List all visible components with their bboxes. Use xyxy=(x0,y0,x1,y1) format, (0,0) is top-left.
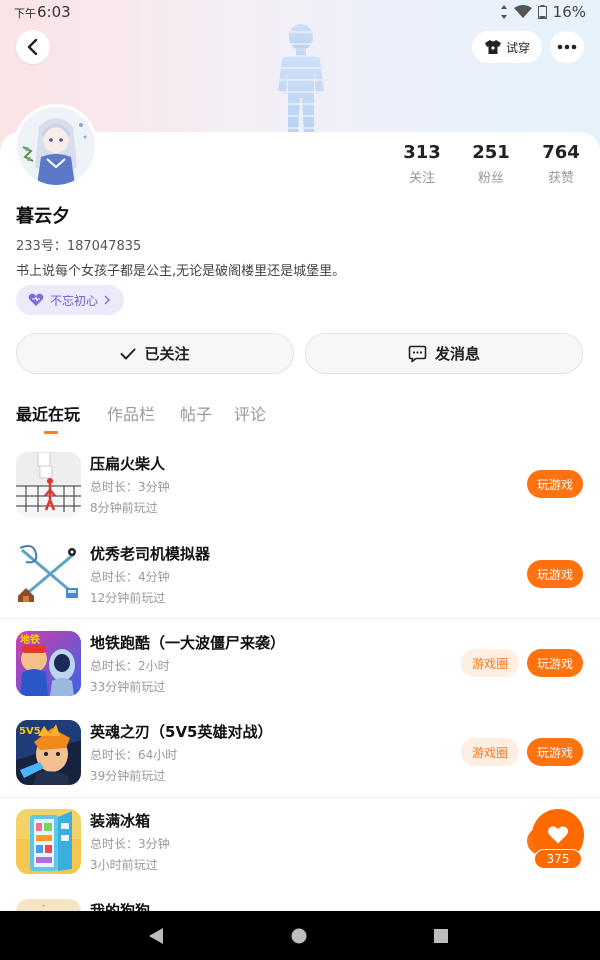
game-circle-button[interactable]: 游戏圈 xyxy=(461,649,519,677)
likes-count: 764 xyxy=(542,142,580,163)
followers-count: 251 xyxy=(472,142,510,163)
game-duration: 总时长：64小时 xyxy=(90,748,178,762)
svg-text:5V5: 5V5 xyxy=(19,726,41,737)
more-dots-icon xyxy=(557,44,577,50)
stat-likes[interactable]: 764 获赞 xyxy=(526,142,596,186)
game-icon xyxy=(16,542,81,607)
chevron-right-icon xyxy=(104,295,110,305)
check-icon xyxy=(120,348,136,359)
tab-comments[interactable]: 评论 xyxy=(234,401,266,425)
time-value: 6:03 xyxy=(37,3,71,21)
back-arrow-icon xyxy=(27,39,38,55)
nav-recents-button[interactable] xyxy=(430,925,452,947)
tab-posts[interactable]: 帖子 xyxy=(180,401,212,425)
play-game-button[interactable]: 玩游戏 xyxy=(527,649,583,677)
game-name: 装满冰箱 xyxy=(90,812,151,830)
likes-label: 获赞 xyxy=(547,171,574,186)
game-name: 压扁火柴人 xyxy=(90,455,166,473)
play-game-button[interactable]: 玩游戏 xyxy=(527,470,583,498)
tab-works[interactable]: 作品栏 xyxy=(107,401,155,425)
game-duration: 总时长：3分钟 xyxy=(90,837,170,851)
active-tab-indicator xyxy=(44,431,58,434)
game-last-played: 3小时前玩过 xyxy=(90,858,158,872)
square-recents-icon xyxy=(434,929,448,943)
tab-recently-played[interactable]: 最近在玩 xyxy=(16,401,80,425)
divider xyxy=(0,618,600,619)
play-game-button[interactable]: 玩游戏 xyxy=(527,560,583,588)
like-count-badge: 375 xyxy=(534,849,582,869)
stat-followers[interactable]: 251 粉丝 xyxy=(456,142,526,186)
following-count: 313 xyxy=(403,142,441,163)
stat-following[interactable]: 313 关注 xyxy=(387,142,457,186)
battery-icon xyxy=(537,5,547,19)
divider xyxy=(0,797,600,798)
message-button[interactable]: 发消息 xyxy=(305,333,583,374)
game-name: 优秀老司机模拟器 xyxy=(90,545,211,563)
chat-bubble-icon xyxy=(408,345,427,362)
followed-label: 已关注 xyxy=(144,345,190,363)
svg-text:地铁: 地铁 xyxy=(20,633,40,646)
game-duration: 总时长：2小时 xyxy=(90,659,170,673)
message-label: 发消息 xyxy=(434,345,480,363)
game-item[interactable]: 压扁火柴人 总时长：3分钟 8分钟前玩过 玩游戏 xyxy=(0,452,600,541)
triangle-back-icon xyxy=(149,928,163,944)
user-bio: 书上说每个女孩子都是公主,无论是破阁楼里还是城堡里。 xyxy=(16,264,346,279)
game-item[interactable]: 装满冰箱 总时长：3分钟 3小时前玩过 玩游戏 xyxy=(0,809,600,898)
avatar-figure-image xyxy=(274,24,328,134)
more-options-button[interactable] xyxy=(550,31,584,63)
followers-label: 粉丝 xyxy=(477,171,504,186)
play-game-button[interactable]: 玩游戏 xyxy=(527,738,583,766)
user-id: 233号：187047835 xyxy=(16,239,142,254)
game-item[interactable]: 地铁 地铁跑酷（一大波僵尸来袭） 总时长：2小时 33分钟前玩过 游戏圈 玩游戏 xyxy=(0,631,600,720)
battery-percent: 16% xyxy=(552,3,586,21)
username: 暮云夕 xyxy=(16,206,70,227)
game-icon: 5V5 xyxy=(16,720,81,785)
circle-home-icon xyxy=(291,928,307,944)
wifi-icon xyxy=(513,5,532,18)
status-icons: 16% xyxy=(500,3,586,21)
status-time: 下午6:03 xyxy=(14,3,71,21)
back-button[interactable] xyxy=(16,30,50,64)
game-item[interactable]: 5V5 英魂之刃（5V5英雄对战） 总时长：64小时 39分钟前玩过 游戏圈 玩… xyxy=(0,720,600,809)
game-icon xyxy=(16,452,81,517)
badge-label: 不忘初心 xyxy=(50,293,99,308)
time-prefix: 下午 xyxy=(14,7,36,20)
game-duration: 总时长：4分钟 xyxy=(90,570,170,584)
heart-icon xyxy=(28,293,44,306)
game-last-played: 33分钟前玩过 xyxy=(90,680,166,694)
game-last-played: 39分钟前玩过 xyxy=(90,769,166,783)
game-icon xyxy=(16,809,81,874)
game-name: 英魂之刃（5V5英雄对战） xyxy=(90,723,273,741)
nav-home-button[interactable] xyxy=(288,925,310,947)
game-name: 地铁跑酷（一大波僵尸来袭） xyxy=(90,634,286,652)
status-bar: 下午6:03 16% xyxy=(0,0,600,26)
game-icon: 地铁 xyxy=(16,631,81,696)
followed-button[interactable]: 已关注 xyxy=(16,333,294,374)
user-avatar[interactable] xyxy=(14,104,98,188)
avatar-image xyxy=(17,107,95,185)
system-nav-bar xyxy=(0,911,600,960)
game-circle-button[interactable]: 游戏圈 xyxy=(461,738,519,766)
following-label: 关注 xyxy=(408,171,435,186)
nav-back-button[interactable] xyxy=(145,925,167,947)
data-arrows-icon xyxy=(500,5,507,19)
user-badge[interactable]: 不忘初心 xyxy=(16,285,125,315)
game-duration: 总时长：3分钟 xyxy=(90,480,170,494)
avatar-illustration xyxy=(17,107,95,185)
tshirt-icon xyxy=(484,40,501,54)
game-last-played: 8分钟前玩过 xyxy=(90,501,158,515)
try-on-button[interactable]: 试穿 xyxy=(472,31,542,63)
game-last-played: 12分钟前玩过 xyxy=(90,591,166,605)
try-on-label: 试穿 xyxy=(505,40,530,55)
heart-icon xyxy=(548,826,568,844)
